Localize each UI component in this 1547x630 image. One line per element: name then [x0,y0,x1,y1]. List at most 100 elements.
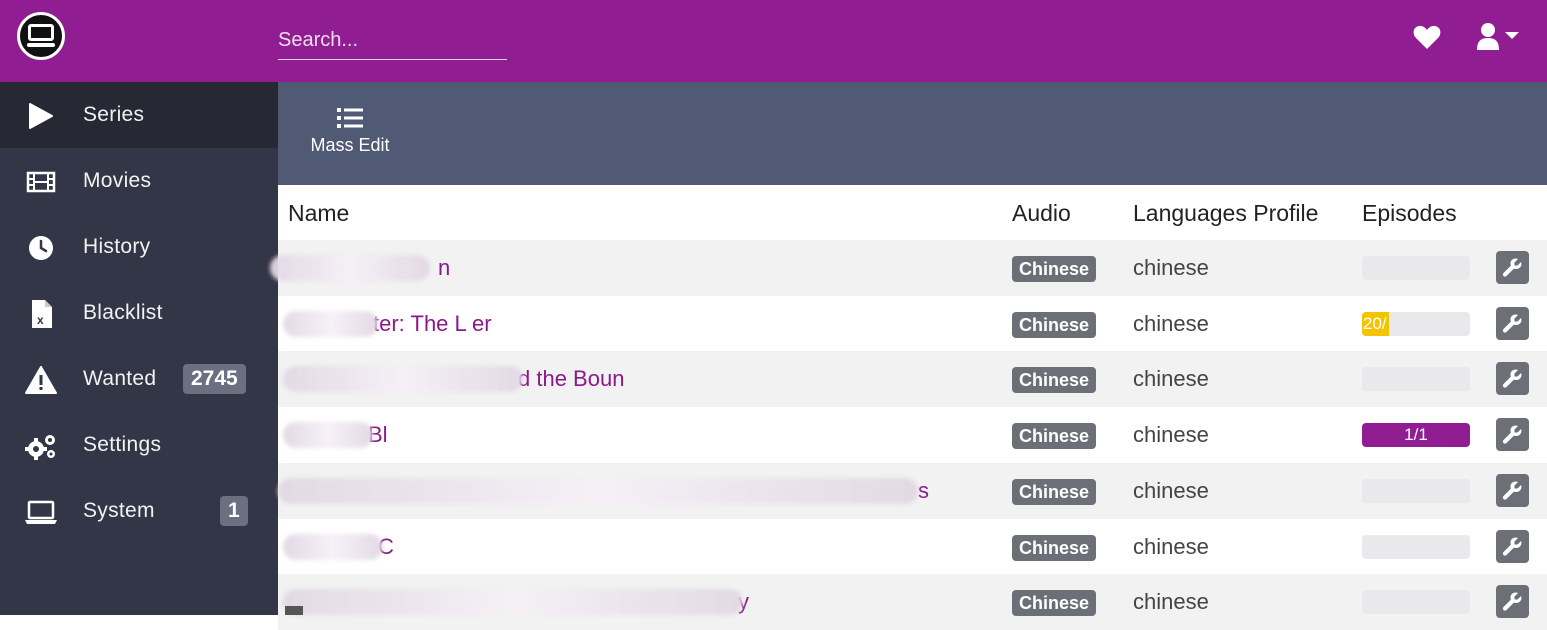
user-dropdown-icon[interactable] [1476,22,1522,52]
episodes-progress-bar [1362,534,1470,559]
edit-series-button[interactable] [1496,306,1529,340]
sidebar-item-label: Settings [83,433,162,456]
audio-language-badge: Chinese [1012,423,1097,450]
sidebar: Series Movies History x Blacklist Wanted… [0,82,278,615]
edit-series-button[interactable] [1496,418,1529,452]
column-header-episodes[interactable]: Episodes [1362,200,1457,227]
series-name-link[interactable]: d the Boun [518,366,624,392]
list-icon [337,108,363,128]
episodes-progress-bar [1362,256,1470,280]
sidebar-item-history[interactable]: History [0,214,278,280]
play-icon [29,103,53,129]
edit-series-button[interactable] [1496,362,1529,396]
table-header: Name Audio Languages Profile Episodes [278,185,1547,240]
wrench-icon [1502,481,1522,500]
wrench-icon [1502,425,1522,444]
sidebar-item-system[interactable]: System 1 [0,478,278,544]
episodes-progress-bar: 20/ [1362,311,1470,336]
languages-profile: chinese [1133,255,1209,280]
series-name-link[interactable]: s [918,478,929,504]
audio-language-badge: Chinese [1012,534,1097,561]
episodes-progress-bar: 1/1 [1362,423,1470,448]
episodes-count: 1/1 [1404,425,1428,445]
redaction-blur [283,533,383,560]
redaction-blur [278,477,918,504]
tv-logo-icon[interactable] [17,12,65,60]
redaction-blur [283,422,373,449]
sidebar-item-wanted[interactable]: Wanted 2745 [0,346,278,412]
audio-language-badge: Chinese [1012,311,1097,338]
episodes-count [1362,367,1470,391]
svg-text:x: x [37,313,44,327]
wrench-icon [1502,592,1522,611]
edit-series-button[interactable] [1496,529,1529,563]
episodes-count [1362,479,1470,503]
sidebar-item-label: Blacklist [83,301,163,324]
sidebar-item-label: Wanted [83,367,157,390]
audio-language-badge: Chinese [1012,367,1097,394]
table-row: ter: The L er Chinese chinese 20/ [278,295,1547,352]
warning-icon [25,366,57,394]
series-name-link[interactable]: n [438,255,450,281]
laptop-icon [25,500,57,524]
table-row: d the Boun Chinese chinese [278,351,1547,408]
column-header-languages-profile[interactable]: Languages Profile [1133,200,1318,227]
wrench-icon [1502,369,1522,388]
sidebar-item-movies[interactable]: Movies [0,148,278,214]
episodes-progress-bar [1362,367,1470,392]
mass-edit-button[interactable]: Mass Edit [300,104,400,170]
film-icon [26,171,56,193]
edit-series-button[interactable] [1496,251,1529,284]
search-input[interactable] [278,22,507,60]
redaction-blur [283,366,523,393]
episodes-progress-bar [1362,478,1470,503]
table-row: y Chinese chinese [278,574,1547,630]
redaction-blur [283,589,743,616]
cogs-icon [25,435,55,460]
languages-profile: chinese [1133,422,1209,448]
sidebar-item-label: System [83,499,155,522]
sidebar-item-settings[interactable]: Settings [0,412,278,478]
mass-edit-label: Mass Edit [310,135,390,155]
system-count-badge: 1 [220,496,248,526]
sidebar-item-series[interactable]: Series [0,82,278,148]
languages-profile: chinese [1133,366,1209,392]
sidebar-item-label: Movies [83,169,152,192]
clock-icon [29,236,53,260]
top-navbar [0,0,1547,82]
episodes-count: 20/ [1363,313,1387,333]
table-row: C Chinese chinese [278,518,1547,575]
series-name-link[interactable]: ter: The L er [373,311,492,337]
audio-language-badge: Chinese [1012,478,1097,505]
languages-profile: chinese [1133,589,1209,615]
sidebar-item-label: Series [83,103,145,126]
wrench-icon [1502,258,1522,277]
edit-series-button[interactable] [1496,473,1529,507]
toolbar: Mass Edit [278,82,1547,185]
series-table: Name Audio Languages Profile Episodes n C… [270,185,1547,630]
redaction-blur [270,255,430,281]
languages-profile: chinese [1133,310,1209,336]
edit-series-button[interactable] [1496,585,1529,619]
audio-language-badge: Chinese [1012,256,1097,282]
episodes-count [1362,535,1470,559]
wrench-icon [1502,314,1522,333]
episodes-count [1362,590,1470,614]
sidebar-item-label: History [83,235,151,258]
languages-profile: chinese [1133,533,1209,559]
scrollbar-handle[interactable] [285,606,303,615]
table-row: n Chinese chinese [270,240,1547,296]
file-excel-icon: x [32,300,52,328]
redaction-blur [283,310,378,337]
languages-profile: chinese [1133,477,1209,503]
sidebar-item-blacklist[interactable]: x Blacklist [0,280,278,346]
episodes-count [1362,256,1470,280]
audio-language-badge: Chinese [1012,590,1097,617]
table-row: s Chinese chinese [278,462,1547,519]
wanted-count-badge: 2745 [183,364,246,394]
table-row: Bl Chinese chinese 1/1 [278,407,1547,464]
episodes-progress-bar [1362,590,1470,615]
column-header-audio[interactable]: Audio [1012,200,1071,227]
column-header-name[interactable]: Name [288,200,349,227]
heart-icon[interactable] [1413,24,1441,50]
